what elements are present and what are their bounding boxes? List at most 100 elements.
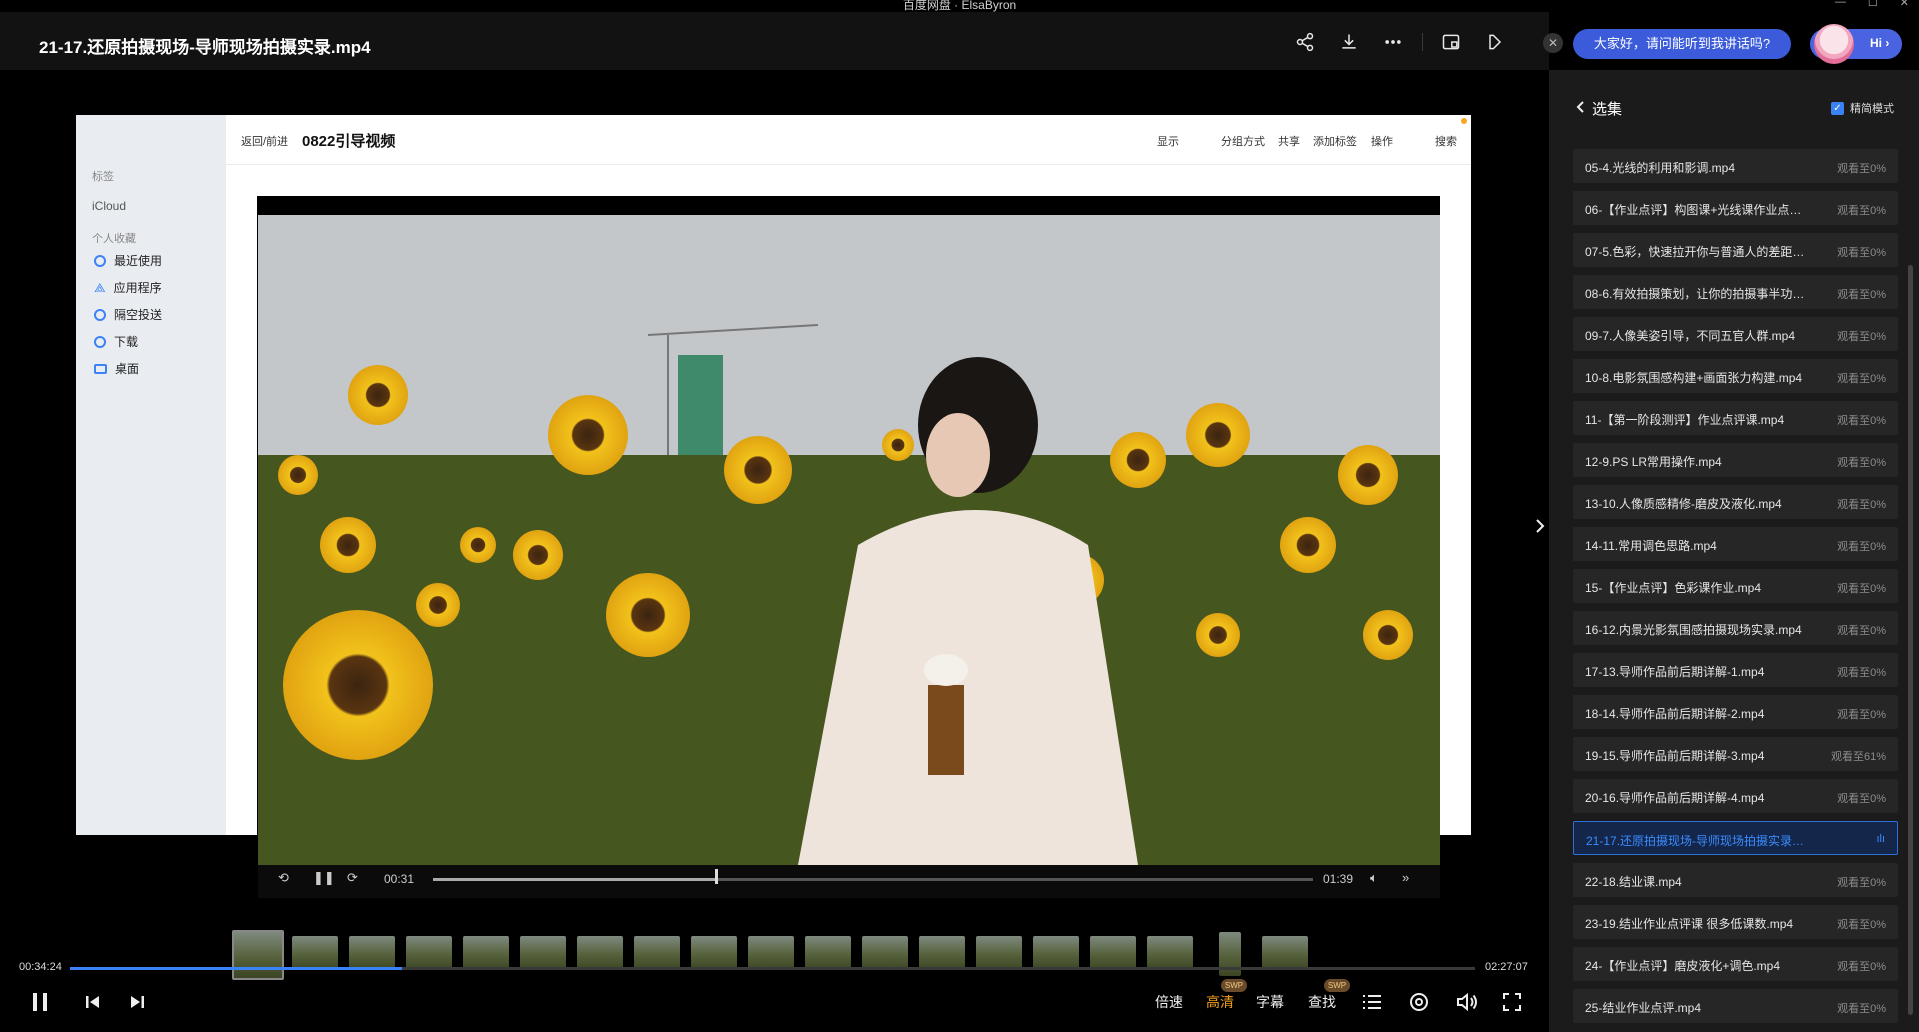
embedded-rewind-icon: ⟲ — [278, 870, 289, 885]
file-title: 21-17.还原拍摄现场-导师现场拍摄实录.mp4 — [39, 38, 371, 57]
quality-button[interactable]: 高清 — [1206, 992, 1234, 1012]
playlist-item-progress: 观看至0% — [1837, 415, 1886, 427]
close-window-icon[interactable]: ✕ — [1900, 0, 1909, 9]
playlist-item[interactable]: 15-【作业点评】色彩课作业.mp4 观看至0% — [1573, 569, 1898, 603]
playlist-item[interactable]: 13-10.人像质感精修-磨皮及液化.mp4 观看至0% — [1573, 485, 1898, 519]
playlist-item-name: 08-6.有效拍摄策划，让你的拍摄事半功倍.mp4 — [1585, 287, 1805, 301]
pause-button[interactable] — [28, 989, 52, 1015]
playlist-item[interactable]: 11-【第一阶段测评】作业点评课.mp4 观看至0% — [1573, 401, 1898, 435]
thumbnail[interactable] — [520, 936, 566, 970]
playlist-item[interactable]: 06-【作业点评】构图课+光线课作业点评.mp4 观看至0% — [1573, 191, 1898, 225]
assistant-close-button[interactable]: ✕ — [1543, 33, 1563, 53]
find-button[interactable]: 查找 — [1308, 992, 1336, 1012]
download-icon[interactable] — [1337, 30, 1361, 54]
playlist-item-name: 11-【第一阶段测评】作业点评课.mp4 — [1585, 413, 1785, 427]
playlist-item[interactable]: 16-12.内景光影氛围感拍摄现场实录.mp4 观看至0% — [1573, 611, 1898, 645]
subtitle-button[interactable]: 字幕 — [1256, 992, 1284, 1012]
playlist-item-progress: 观看至0% — [1837, 163, 1886, 175]
assistant-prompt[interactable]: 大家好，请问能听到我讲话吗? — [1573, 29, 1791, 59]
playlist-item[interactable]: 23-19.结业作业点评课 很多低课数.mp4 观看至0% — [1573, 905, 1898, 939]
thumbnail[interactable] — [691, 936, 737, 970]
thumbnail[interactable] — [577, 936, 623, 970]
embedded-forward-icon: ⟳ — [347, 870, 358, 885]
playlist-item-name: 12-9.PS LR常用操作.mp4 — [1585, 455, 1722, 469]
thumbnail[interactable] — [976, 936, 1022, 970]
playlist-item[interactable]: 14-11.常用调色思路.mp4 观看至0% — [1573, 527, 1898, 561]
compact-mode-toggle[interactable]: ✓ 精简模式 — [1831, 100, 1894, 116]
maximize-icon[interactable]: ☐ — [1868, 0, 1878, 9]
playlist-item-name: 14-11.常用调色思路.mp4 — [1585, 539, 1717, 553]
chevron-right-icon — [1536, 519, 1545, 533]
playlist-scrollbar[interactable] — [1908, 265, 1913, 1015]
playlist-item-progress: 观看至0% — [1837, 793, 1886, 805]
speed-button[interactable]: 倍速 — [1155, 992, 1183, 1012]
recorded-share: 共享 — [1278, 136, 1300, 148]
thumbnail[interactable] — [232, 930, 284, 980]
thumbnail[interactable] — [463, 936, 509, 970]
progress-bar[interactable] — [70, 967, 1475, 970]
recorded-display: 显示 — [1157, 136, 1179, 148]
scene-illustration — [258, 215, 1440, 865]
thumbnail[interactable] — [1033, 936, 1079, 970]
playlist-item[interactable]: 12-9.PS LR常用操作.mp4 观看至0% — [1573, 443, 1898, 477]
thumbnail[interactable] — [1147, 936, 1193, 970]
playlist-item[interactable]: 20-16.导师作品前后期详解-4.mp4 观看至0% — [1573, 779, 1898, 813]
playlist-item[interactable]: 24-【作业点评】磨皮液化+调色.mp4 观看至0% — [1573, 947, 1898, 981]
progress-fill — [70, 967, 402, 970]
playlist-item-name: 21-17.还原拍摄现场-导师现场拍摄实录.mp4 — [1586, 834, 1806, 848]
playlist-item[interactable]: 10-8.电影氛围感构建+画面张力构建.mp4 观看至0% — [1573, 359, 1898, 393]
playlist-item-progress: 观看至0% — [1837, 961, 1886, 973]
sidebar-item-downloads: 下载 — [94, 333, 138, 350]
playlist-item-name: 19-15.导师作品前后期详解-3.mp4 — [1585, 749, 1765, 763]
settings-icon — [1410, 993, 1428, 1011]
thumbnail[interactable] — [634, 936, 680, 970]
embedded-duration: 01:39 — [1323, 872, 1354, 886]
playlist-item[interactable]: 25-结业作业点评.mp4 观看至0% — [1573, 989, 1898, 1023]
playlist-item-progress: 观看至0% — [1837, 373, 1886, 385]
sidebar-tags-label: 标签 — [92, 171, 114, 183]
recorded-sidebar — [76, 115, 226, 835]
share-icon[interactable] — [1293, 30, 1317, 54]
thumbnail[interactable] — [862, 936, 908, 970]
playlist-item-name: 15-【作业点评】色彩课作业.mp4 — [1585, 581, 1762, 595]
thumbnail[interactable] — [805, 936, 851, 970]
picture-in-picture-icon[interactable] — [1439, 30, 1463, 54]
settings-button[interactable] — [1407, 989, 1431, 1015]
playlist-item[interactable]: 07-5.色彩，快速拉开你与普通人的差距.mp4 观看至0% — [1573, 233, 1898, 267]
thumbnail[interactable] — [349, 936, 395, 970]
volume-button[interactable] — [1455, 989, 1479, 1015]
thumbnail[interactable] — [292, 936, 338, 970]
thumbnail[interactable] — [406, 936, 452, 970]
playlist-item[interactable]: 19-15.导师作品前后期详解-3.mp4 观看至61% — [1573, 737, 1898, 771]
window-title: 百度网盘 · ElsaByron — [902, 0, 1017, 12]
playlist-item-progress: 观看至0% — [1837, 289, 1886, 301]
checkbox-checked-icon[interactable]: ✓ — [1831, 101, 1844, 115]
pin-icon[interactable] — [1483, 30, 1507, 54]
thumbnail[interactable] — [1262, 936, 1308, 970]
playlist-item-progress: 观看至0% — [1837, 583, 1886, 595]
playlist-item-name: 05-4.光线的利用和影调.mp4 — [1585, 161, 1736, 175]
thumbnail[interactable] — [919, 936, 965, 970]
thumbnail[interactable] — [748, 936, 794, 970]
next-button[interactable] — [126, 989, 148, 1015]
previous-button[interactable] — [82, 989, 104, 1015]
minimize-icon[interactable]: — — [1835, 0, 1846, 9]
playlist-toggle-button[interactable] — [1360, 989, 1384, 1015]
playlist-item[interactable]: 22-18.结业课.mp4 观看至0% — [1573, 863, 1898, 897]
toggle-playlist-arrow[interactable] — [1534, 517, 1546, 540]
playlist-item-name: 18-14.导师作品前后期详解-2.mp4 — [1585, 707, 1765, 721]
assistant-avatar[interactable] — [1814, 24, 1854, 64]
playlist-item[interactable]: 05-4.光线的利用和影调.mp4 观看至0% — [1573, 149, 1898, 183]
playlist-item-current[interactable]: 21-17.还原拍摄现场-导师现场拍摄实录.mp4 ılı — [1573, 821, 1898, 855]
playlist-item[interactable]: 08-6.有效拍摄策划，让你的拍摄事半功倍.mp4 观看至0% — [1573, 275, 1898, 309]
volume-icon — [1457, 992, 1477, 1012]
more-icon[interactable] — [1381, 30, 1405, 54]
thumbnail[interactable] — [1090, 936, 1136, 970]
recorded-search: 搜索 — [1435, 136, 1457, 148]
playlist-back-button[interactable] — [1575, 100, 1585, 119]
playlist-item[interactable]: 18-14.导师作品前后期详解-2.mp4 观看至0% — [1573, 695, 1898, 729]
playlist-item-name: 07-5.色彩，快速拉开你与普通人的差距.mp4 — [1585, 245, 1805, 259]
playlist-item[interactable]: 17-13.导师作品前后期详解-1.mp4 观看至0% — [1573, 653, 1898, 687]
playlist-item[interactable]: 09-7.人像美姿引导，不同五官人群.mp4 观看至0% — [1573, 317, 1898, 351]
fullscreen-button[interactable] — [1500, 989, 1524, 1015]
